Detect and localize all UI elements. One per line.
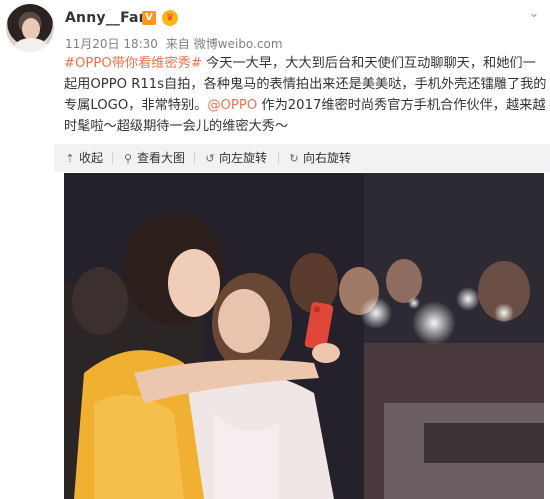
post-photo[interactable] bbox=[64, 173, 544, 499]
avatar[interactable] bbox=[6, 4, 54, 52]
post-content: #OPPO带你看维密秀# 今天一大早，大大到后台和天使们互动聊聊天，和她们一起用… bbox=[64, 53, 548, 137]
rotate-right-label: 向右旋转 bbox=[303, 151, 352, 165]
user-name[interactable]: Anny__Fan bbox=[65, 10, 149, 26]
avatar-shirt bbox=[14, 38, 48, 52]
collapse-label: 收起 bbox=[79, 151, 104, 165]
chevron-down-icon[interactable]: ⌄ bbox=[526, 6, 542, 22]
view-large-button[interactable]: ⚲ 查看大图 bbox=[122, 144, 185, 172]
avatar-face bbox=[22, 18, 40, 40]
crown-badge-icon[interactable]: ♛ bbox=[162, 10, 178, 26]
rotate-left-label: 向左旋转 bbox=[219, 151, 268, 165]
toolbar-divider bbox=[194, 152, 195, 164]
view-large-label: 查看大图 bbox=[137, 151, 186, 165]
post-date[interactable]: 11月20日 18:30 bbox=[65, 37, 158, 51]
photo-illustration bbox=[64, 173, 544, 499]
collapse-button[interactable]: ⇡ 收起 bbox=[64, 144, 103, 172]
rotate-left-button[interactable]: ↺ 向左旋转 bbox=[204, 144, 267, 172]
arrow-up-icon: ⇡ bbox=[65, 152, 75, 165]
toolbar-divider bbox=[278, 152, 279, 164]
toolbar-divider bbox=[112, 152, 113, 164]
rotate-right-icon: ↻ bbox=[289, 152, 299, 165]
weibo-post: Anny__Fan V ♛ ⌄ 11月20日 18:30 来自 微博weibo.c… bbox=[0, 0, 550, 499]
rotate-right-button[interactable]: ↻ 向右旋转 bbox=[288, 144, 351, 172]
vip-badge-icon[interactable]: V bbox=[142, 11, 156, 25]
magnifier-icon: ⚲ bbox=[123, 152, 133, 165]
post-meta: 11月20日 18:30 来自 微博weibo.com bbox=[65, 35, 287, 52]
source-prefix: 来自 bbox=[165, 37, 190, 51]
post-source[interactable]: 微博weibo.com bbox=[194, 37, 283, 51]
image-toolbar: ⇡ 收起 ⚲ 查看大图 ↺ 向左旋转 ↻ 向右旋转 bbox=[54, 144, 550, 172]
topic-link[interactable]: #OPPO带你看维密秀# bbox=[64, 56, 202, 71]
rotate-left-icon: ↺ bbox=[205, 152, 215, 165]
mention-link[interactable]: @OPPO bbox=[207, 98, 257, 113]
